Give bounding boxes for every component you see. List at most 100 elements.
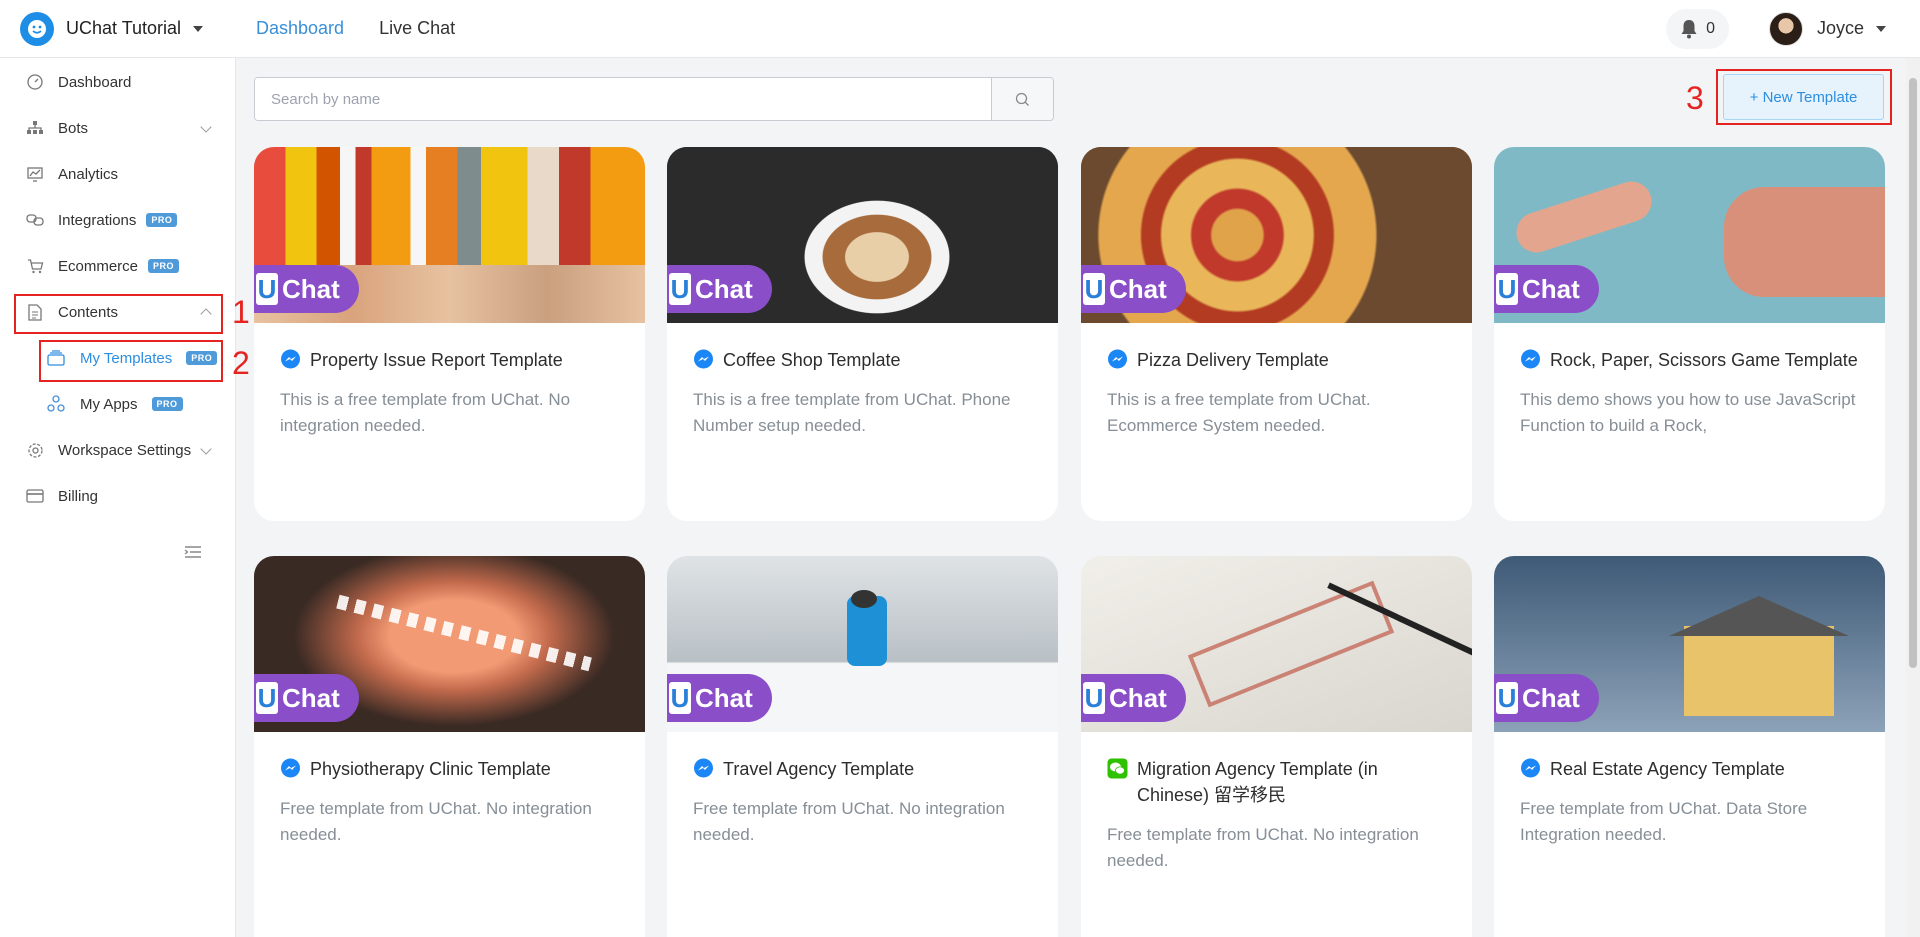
- messenger-icon: [1521, 758, 1540, 778]
- template-card[interactable]: U Chat Travel Agency Template Free templa…: [667, 556, 1058, 937]
- template-title: Property Issue Report Template: [310, 350, 563, 370]
- search-icon: [1015, 92, 1029, 106]
- uchat-badge: U Chat: [1494, 674, 1599, 722]
- template-description: This is a free template from UChat. Phon…: [693, 390, 1011, 435]
- uchat-badge: U Chat: [1081, 674, 1186, 722]
- template-title: Real Estate Agency Template: [1550, 759, 1785, 779]
- collapse-sidebar-icon[interactable]: [184, 545, 202, 559]
- pro-badge: PRO: [148, 259, 180, 273]
- annotation-box-my-templates: [39, 340, 223, 382]
- template-card[interactable]: U Chat Property Issue Report Template Thi…: [254, 147, 645, 521]
- messenger-icon: [281, 349, 300, 369]
- sidebar-item-workspace-settings[interactable]: Workspace Settings: [0, 430, 236, 470]
- notifications-button[interactable]: 0: [1666, 8, 1729, 49]
- sidebar-item-integrations[interactable]: Integrations PRO: [0, 200, 236, 240]
- credit-card-icon: [25, 486, 45, 506]
- sidebar-item-label: My Apps: [80, 395, 138, 413]
- messenger-icon: [1108, 349, 1127, 369]
- template-card[interactable]: U Chat Pizza Delivery Template This is a …: [1081, 147, 1472, 521]
- sidebar-item-my-apps[interactable]: My Apps PRO: [0, 384, 236, 424]
- new-template-button[interactable]: + New Template: [1723, 74, 1884, 120]
- template-image-pizza: U Chat: [1081, 147, 1472, 323]
- template-image-skier: U Chat: [667, 556, 1058, 732]
- template-description: Free template from UChat. No integration…: [280, 799, 592, 844]
- notification-count: 0: [1706, 19, 1715, 37]
- user-menu[interactable]: Joyce: [1768, 11, 1886, 46]
- chevron-down-icon: [200, 121, 212, 133]
- uchat-badge: U Chat: [667, 674, 772, 722]
- search-bar: [254, 77, 1054, 121]
- template-image-physio: U Chat: [254, 556, 645, 732]
- dashboard-icon: [25, 72, 45, 92]
- analytics-icon: [25, 164, 45, 184]
- messenger-icon: [1521, 349, 1540, 369]
- template-image-tools: U Chat: [254, 147, 645, 323]
- top-right-controls: 0 Joyce: [1666, 8, 1920, 49]
- template-title: Migration Agency Template (in Chinese) 留…: [1137, 759, 1378, 805]
- template-card[interactable]: U Chat Physiotherapy Clinic Template Free…: [254, 556, 645, 937]
- template-card[interactable]: U Chat Real Estate Agency Template Free t…: [1494, 556, 1885, 937]
- sidebar-item-bots[interactable]: Bots: [0, 108, 236, 148]
- chevron-down-icon: [1876, 25, 1886, 32]
- bell-icon: [1681, 19, 1697, 38]
- template-description: Free template from UChat. No integration…: [1107, 825, 1419, 870]
- cart-icon: [25, 256, 45, 276]
- top-navigation: Dashboard Live Chat: [256, 18, 490, 39]
- sidebar-item-label: Workspace Settings: [58, 441, 192, 459]
- integrations-icon: [25, 210, 45, 230]
- template-title: Rock, Paper, Scissors Game Template: [1550, 350, 1858, 370]
- messenger-icon: [694, 758, 713, 778]
- template-description: This demo shows you how to use JavaScrip…: [1520, 390, 1856, 435]
- main-content: + New Template UChat Property Issue Repo…: [237, 59, 1920, 937]
- uchat-badge: U Chat: [1081, 265, 1186, 313]
- scrollbar[interactable]: [1906, 58, 1920, 937]
- bots-icon: [25, 118, 45, 138]
- template-card[interactable]: U Chat Migration Agency Template (in Chin…: [1081, 556, 1472, 937]
- scrollbar-thumb[interactable]: [1909, 78, 1917, 668]
- uchat-badge: U Chat: [254, 674, 359, 722]
- sidebar-item-billing[interactable]: Billing: [0, 476, 236, 516]
- messenger-icon: [694, 349, 713, 369]
- nav-live-chat[interactable]: Live Chat: [379, 18, 455, 39]
- sidebar: Dashboard Bots Analytics Integrations PR…: [0, 58, 236, 937]
- workspace-name: UChat Tutorial: [66, 18, 182, 38]
- search-input[interactable]: [255, 78, 991, 120]
- sidebar-item-ecommerce[interactable]: Ecommerce PRO: [0, 246, 236, 286]
- uchat-logo-icon: [20, 11, 54, 46]
- template-description: Free template from UChat. Data Store Int…: [1520, 799, 1808, 844]
- search-button[interactable]: [991, 78, 1053, 120]
- sidebar-item-analytics[interactable]: Analytics: [0, 154, 236, 194]
- template-title: Coffee Shop Template: [723, 350, 901, 370]
- pro-badge: PRO: [151, 397, 183, 411]
- uchat-badge: U Chat: [667, 265, 772, 313]
- sidebar-item-label: Analytics: [58, 165, 119, 183]
- uchat-badge: U Chat: [1494, 265, 1599, 313]
- wechat-icon: [1107, 758, 1128, 779]
- apps-icon: [46, 394, 66, 414]
- sidebar-item-label: Billing: [58, 487, 99, 505]
- sidebar-item-label: Dashboard: [58, 73, 132, 91]
- template-description: This is a free template from UChat. No i…: [280, 390, 571, 435]
- template-title: Travel Agency Template: [723, 759, 915, 779]
- chevron-down-icon: [200, 443, 212, 455]
- workspace-switcher[interactable]: UChat Tutorial: [0, 11, 236, 46]
- messenger-icon: [281, 758, 300, 778]
- template-image-hands: U Chat: [1494, 147, 1885, 323]
- gear-icon: [25, 440, 45, 460]
- sidebar-item-dashboard[interactable]: Dashboard: [0, 62, 236, 102]
- template-description: Free template from UChat. No integration…: [693, 799, 1005, 844]
- template-card[interactable]: U Chat Coffee Shop Template This is a fre…: [667, 147, 1058, 521]
- nav-dashboard[interactable]: Dashboard: [256, 18, 344, 39]
- sidebar-item-label: Integrations: [58, 211, 137, 229]
- annotation-box-contents: [14, 294, 223, 334]
- sidebar-item-label: Bots: [58, 119, 89, 137]
- top-bar: UChat Tutorial Dashboard Live Chat 0 Joy…: [0, 0, 1920, 58]
- template-card[interactable]: U Chat Rock, Paper, Scissors Game Templat…: [1494, 147, 1885, 521]
- chevron-down-icon: [193, 25, 204, 32]
- template-title: Physiotherapy Clinic Template: [310, 759, 551, 779]
- user-name: Joyce: [1816, 18, 1864, 38]
- template-image-house: U Chat: [1494, 556, 1885, 732]
- template-image-coffee: U Chat: [667, 147, 1058, 323]
- template-title: Pizza Delivery Template: [1137, 350, 1329, 370]
- uchat-badge: U Chat: [254, 265, 359, 313]
